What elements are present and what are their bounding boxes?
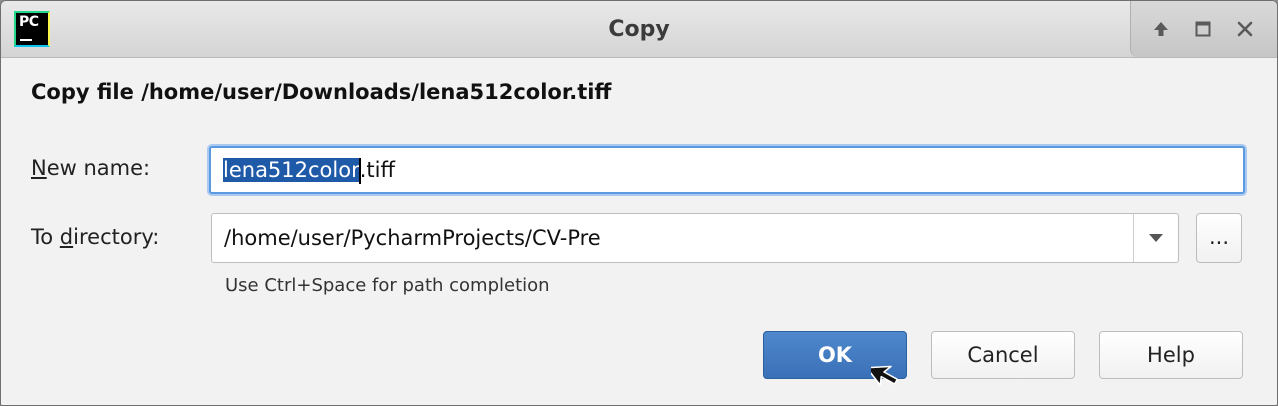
to-directory-label-after: irectory:: [73, 225, 160, 249]
chevron-down-icon: [1149, 234, 1163, 242]
to-directory-combobox[interactable]: /home/user/PycharmProjects/CV-Pre: [211, 213, 1179, 263]
copy-dialog-window: PC Copy Copy file /home/user/Downloads/l…: [0, 0, 1278, 406]
new-name-extension: .tiff: [359, 158, 395, 182]
to-directory-label-before: To: [31, 225, 60, 249]
maximize-button[interactable]: [1189, 15, 1217, 43]
maximize-icon: [1195, 21, 1211, 37]
path-completion-hint: Use Ctrl+Space for path completion: [225, 275, 550, 296]
cancel-button[interactable]: Cancel: [931, 331, 1075, 379]
window-controls: [1130, 1, 1277, 57]
keep-above-icon: [1154, 22, 1168, 36]
new-name-value: lena512color.tiff: [223, 148, 395, 192]
new-name-label-text: ew name:: [46, 156, 151, 180]
browse-directory-button[interactable]: ...: [1196, 213, 1242, 263]
title-bar[interactable]: PC Copy: [1, 1, 1277, 58]
to-directory-dropdown-button[interactable]: [1133, 214, 1178, 262]
ok-button[interactable]: OK: [763, 331, 907, 379]
close-button[interactable]: [1231, 15, 1259, 43]
keep-above-button[interactable]: [1147, 15, 1175, 43]
to-directory-value: /home/user/PycharmProjects/CV-Pre: [224, 226, 601, 250]
new-name-mnemonic: N: [31, 156, 47, 180]
new-name-input[interactable]: lena512color.tiff: [209, 146, 1245, 194]
dialog-content: Copy file /home/user/Downloads/lena512co…: [1, 58, 1277, 405]
to-directory-label: To directory:: [31, 225, 159, 249]
to-directory-mnemonic: d: [59, 225, 74, 249]
new-name-selection: lena512color: [223, 158, 360, 182]
help-button[interactable]: Help: [1099, 331, 1243, 379]
close-icon: [1237, 21, 1253, 37]
window-title: Copy: [608, 17, 670, 42]
new-name-label: New name:: [31, 156, 150, 180]
dialog-heading: Copy file /home/user/Downloads/lena512co…: [31, 80, 612, 104]
